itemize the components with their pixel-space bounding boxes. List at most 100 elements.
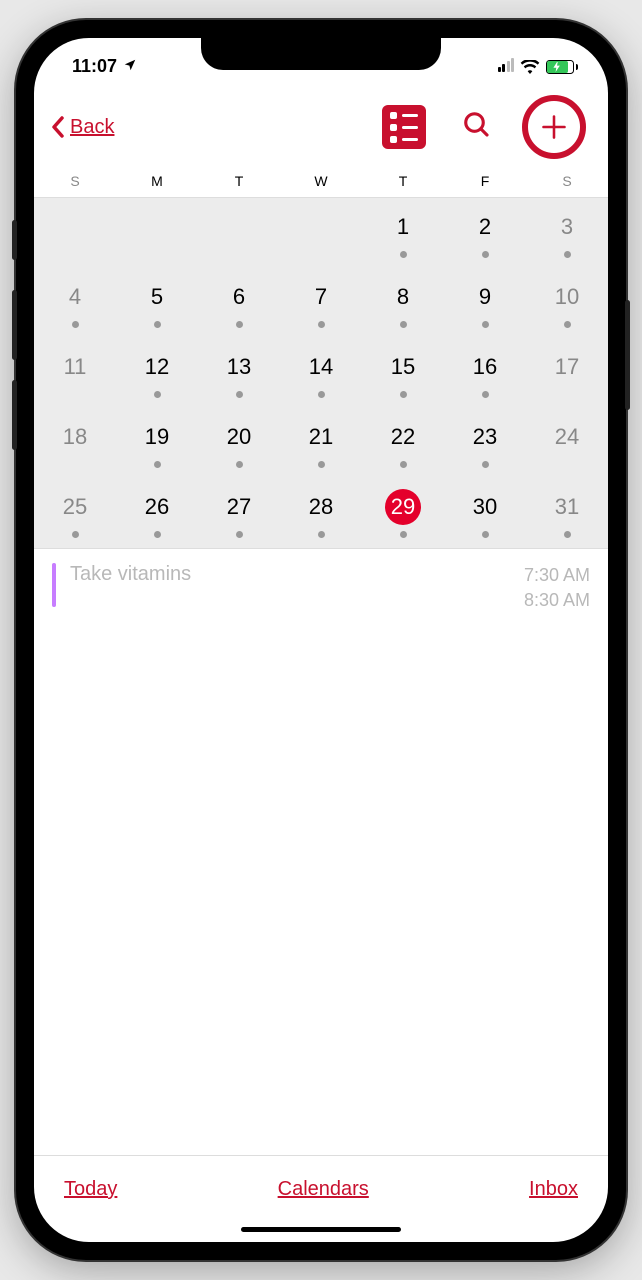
day-cell[interactable]: 24 <box>526 408 608 478</box>
day-cell[interactable]: 3 <box>526 198 608 268</box>
day-number: 19 <box>139 419 175 455</box>
day-cell[interactable]: 1 <box>362 198 444 268</box>
day-number: 10 <box>549 279 585 315</box>
event-dot <box>400 531 407 538</box>
back-label: Back <box>70 116 114 139</box>
day-cell[interactable]: 2 <box>444 198 526 268</box>
day-cell[interactable]: 9 <box>444 268 526 338</box>
event-dot <box>154 531 161 538</box>
weekday-label: T <box>362 173 444 189</box>
day-number: 22 <box>385 419 421 455</box>
event-dot <box>482 251 489 258</box>
day-number: 16 <box>467 349 503 385</box>
day-cell[interactable]: 11 <box>34 338 116 408</box>
side-button <box>625 300 630 410</box>
event-dot <box>236 461 243 468</box>
bottom-toolbar: Today Calendars Inbox <box>34 1155 608 1211</box>
day-cell[interactable]: 5 <box>116 268 198 338</box>
weekday-label: F <box>444 173 526 189</box>
volume-down <box>12 380 17 450</box>
event-dot <box>72 531 79 538</box>
day-cell[interactable]: 13 <box>198 338 280 408</box>
day-number: 23 <box>467 419 503 455</box>
today-button[interactable]: Today <box>64 1178 117 1201</box>
location-icon <box>123 56 137 77</box>
list-view-toggle[interactable] <box>382 105 426 149</box>
event-dot <box>318 321 325 328</box>
event-dot <box>400 391 407 398</box>
day-cell[interactable]: 25 <box>34 478 116 548</box>
day-number: 21 <box>303 419 339 455</box>
event-dot <box>236 321 243 328</box>
day-cell[interactable]: 18 <box>34 408 116 478</box>
day-cell[interactable]: 17 <box>526 338 608 408</box>
mute-switch <box>12 220 17 260</box>
back-button[interactable]: Back <box>50 115 114 139</box>
add-event-button[interactable] <box>522 95 586 159</box>
day-number: 13 <box>221 349 257 385</box>
weekday-label: S <box>526 173 608 189</box>
day-cell[interactable]: 31 <box>526 478 608 548</box>
week-row: 18 19 20 21 22 23 24 <box>34 408 608 478</box>
day-number: 25 <box>57 489 93 525</box>
day-cell[interactable]: 4 <box>34 268 116 338</box>
day-cell[interactable]: 23 <box>444 408 526 478</box>
event-dot <box>482 391 489 398</box>
wifi-icon <box>520 60 540 74</box>
event-dot <box>400 251 407 258</box>
event-dot <box>318 461 325 468</box>
day-cell[interactable]: 27 <box>198 478 280 548</box>
home-indicator[interactable] <box>241 1227 401 1232</box>
day-number: 1 <box>385 209 421 245</box>
day-cell[interactable]: 14 <box>280 338 362 408</box>
day-number: 24 <box>549 419 585 455</box>
day-cell[interactable]: 21 <box>280 408 362 478</box>
event-row[interactable]: Take vitamins7:30 AM8:30 AM <box>34 549 608 627</box>
weekday-label: W <box>280 173 362 189</box>
week-row: 456789 10 <box>34 268 608 338</box>
event-start-time: 7:30 AM <box>524 563 590 588</box>
screen: 11:07 <box>34 38 608 1242</box>
day-number: 29 <box>385 489 421 525</box>
day-cell[interactable]: 10 <box>526 268 608 338</box>
week-row: 11 12 13 1415 16 17 <box>34 338 608 408</box>
day-cell[interactable]: 29 <box>362 478 444 548</box>
day-cell[interactable]: 26 <box>116 478 198 548</box>
event-dot <box>318 531 325 538</box>
day-cell[interactable]: 6 <box>198 268 280 338</box>
day-cell[interactable]: 20 <box>198 408 280 478</box>
day-number: 8 <box>385 279 421 315</box>
day-cell[interactable]: 22 <box>362 408 444 478</box>
day-number: 27 <box>221 489 257 525</box>
inbox-button[interactable]: Inbox <box>529 1178 578 1201</box>
day-number: 2 <box>467 209 503 245</box>
event-dot <box>482 531 489 538</box>
day-cell[interactable]: 15 <box>362 338 444 408</box>
search-button[interactable] <box>462 110 492 145</box>
event-dot <box>236 531 243 538</box>
nav-bar: Back <box>34 87 608 169</box>
day-number: 31 <box>549 489 585 525</box>
day-number: 3 <box>549 209 585 245</box>
day-cell[interactable]: 8 <box>362 268 444 338</box>
calendar-grid: 1234567891011121314151617181920212223242… <box>34 197 608 549</box>
day-cell[interactable]: 7 <box>280 268 362 338</box>
device-frame: 11:07 <box>16 20 626 1260</box>
day-cell[interactable]: 16 <box>444 338 526 408</box>
day-cell[interactable]: 28 <box>280 478 362 548</box>
volume-up <box>12 290 17 360</box>
day-cell <box>116 198 198 268</box>
event-dot <box>482 321 489 328</box>
event-dot <box>154 391 161 398</box>
calendars-button[interactable]: Calendars <box>278 1178 369 1201</box>
day-cell <box>280 198 362 268</box>
day-cell <box>198 198 280 268</box>
day-cell[interactable]: 30 <box>444 478 526 548</box>
day-cell[interactable]: 12 <box>116 338 198 408</box>
day-number: 12 <box>139 349 175 385</box>
battery-icon <box>546 60 578 74</box>
day-cell[interactable]: 19 <box>116 408 198 478</box>
day-number: 18 <box>57 419 93 455</box>
week-row: 25 26 27 28 29 30 31 <box>34 478 608 548</box>
event-dot <box>564 531 571 538</box>
